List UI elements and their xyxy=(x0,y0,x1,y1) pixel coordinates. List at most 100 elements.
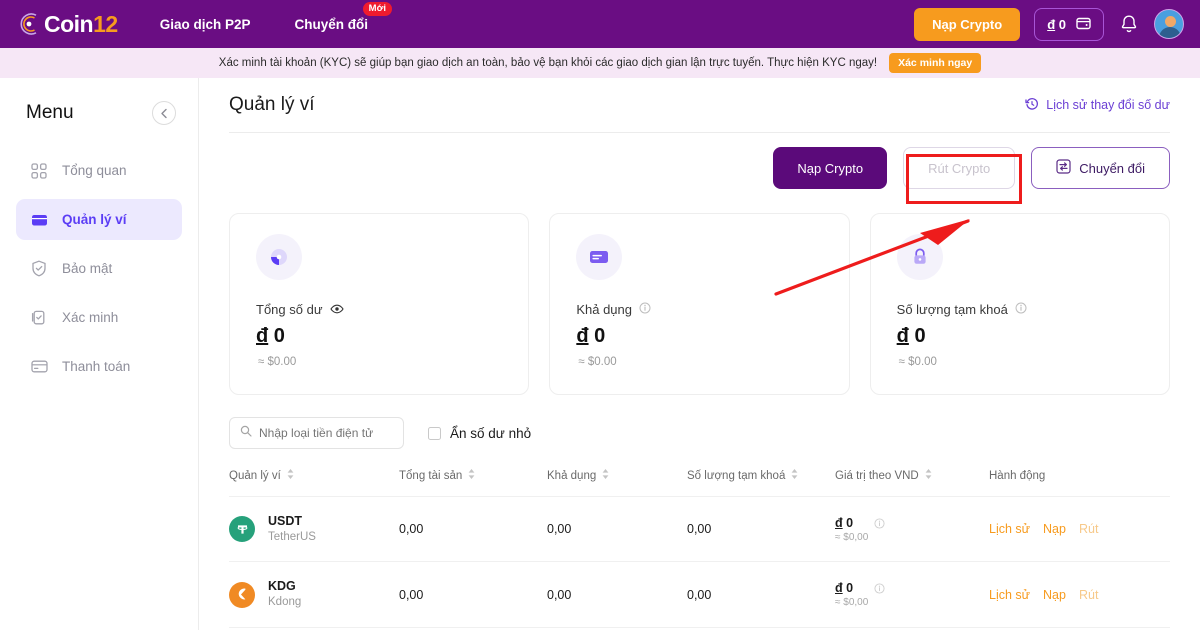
clipboard-check-icon xyxy=(30,309,48,327)
sidebar-item-thanh-toan[interactable]: Thanh toán xyxy=(16,346,182,387)
card-usd-value: ≈ $0.00 xyxy=(256,356,502,368)
card-total-balance: Tổng số dư đ 0 ≈ $0.00 xyxy=(229,213,529,395)
eye-icon[interactable] xyxy=(330,302,344,317)
kdg-coin-icon xyxy=(229,582,255,608)
cell-vnd: đ 0 ≈ $0,00 xyxy=(835,497,989,562)
card-label-row: Tổng số dư xyxy=(256,302,502,317)
kyc-verify-button[interactable]: Xác minh ngay xyxy=(889,53,981,73)
action-deposit[interactable]: Nạp xyxy=(1043,522,1066,536)
convert-icon xyxy=(1056,159,1071,177)
card-usd-value: ≈ $0.00 xyxy=(576,356,822,368)
th-available[interactable]: Khả dụng xyxy=(547,469,687,497)
sort-icon xyxy=(602,469,609,482)
cell-available: 0,00 xyxy=(547,497,687,562)
sidebar-collapse-button[interactable] xyxy=(152,101,176,125)
cell-locked: 0,00 xyxy=(687,497,835,562)
sidebar-item-label: Tổng quan xyxy=(62,163,127,178)
user-avatar[interactable] xyxy=(1154,9,1184,39)
th-locked[interactable]: Số lượng tạm khoá xyxy=(687,469,835,497)
logo-text: Coin12 xyxy=(44,13,118,36)
convert-button-label: Chuyển đổi xyxy=(1079,161,1145,176)
avatar-head xyxy=(1165,16,1176,27)
action-history[interactable]: Lịch sử xyxy=(989,588,1030,602)
nav-link-p2p[interactable]: Giao dịch P2P xyxy=(160,17,251,32)
coin-name: Kdong xyxy=(268,595,301,611)
wallet-icon xyxy=(1076,16,1091,33)
th-label: Tổng tài sản xyxy=(399,470,462,482)
sort-icon xyxy=(287,469,294,482)
th-label: Khả dụng xyxy=(547,470,596,482)
search-icon xyxy=(240,424,252,442)
info-icon[interactable] xyxy=(874,581,885,599)
th-vnd-value[interactable]: Giá trị theo VND xyxy=(835,469,989,497)
cell-total: 0,00 xyxy=(399,562,547,627)
search-input[interactable] xyxy=(259,426,393,440)
new-badge: Mới xyxy=(363,2,392,16)
action-withdraw[interactable]: Rút xyxy=(1079,588,1098,602)
action-withdraw[interactable]: Rút xyxy=(1079,522,1098,536)
history-clock-icon xyxy=(1025,97,1039,114)
lock-icon xyxy=(897,234,943,280)
page-body: Menu xyxy=(0,78,1200,630)
th-label: Giá trị theo VND xyxy=(835,470,919,482)
hide-small-balance-checkbox[interactable] xyxy=(428,427,441,440)
coin-symbol: USDT xyxy=(268,513,316,530)
withdraw-crypto-button[interactable]: Rút Crypto xyxy=(903,147,1015,189)
coin-symbol: KDG xyxy=(268,578,301,595)
sort-icon xyxy=(468,469,475,482)
summary-cards: Tổng số dư đ 0 ≈ $0.00 xyxy=(229,213,1170,395)
table-row: USDT TetherUS 0,00 0,00 0,00 đ 0 xyxy=(229,497,1170,562)
nav-link-p2p-label: Giao dịch P2P xyxy=(160,17,251,32)
content-header: Quản lý ví Lịch sử thay đổi số dư xyxy=(229,94,1170,133)
shield-icon xyxy=(30,260,48,278)
th-total-assets[interactable]: Tổng tài sản xyxy=(399,469,547,497)
nav-right-group: Nạp Crypto đ 0 xyxy=(914,8,1184,41)
sidebar-item-label: Quản lý ví xyxy=(62,212,127,227)
cell-coin: KDG Kdong xyxy=(229,562,399,627)
th-actions: Hành động xyxy=(989,469,1170,497)
assets-table: Quản lý ví Tổng tài sản Khả dụng Số xyxy=(229,469,1170,628)
cell-vnd: đ 0 ≈ $0,00 xyxy=(835,562,989,627)
info-icon[interactable] xyxy=(639,302,651,317)
th-wallet[interactable]: Quản lý ví xyxy=(229,469,399,497)
deposit-crypto-button[interactable]: Nạp Crypto xyxy=(773,147,887,189)
convert-button[interactable]: Chuyển đổi xyxy=(1031,147,1170,189)
card-icon xyxy=(576,234,622,280)
info-icon[interactable] xyxy=(1015,302,1027,317)
card-locked: Số lượng tạm khoá đ 0 ≈ $0.00 xyxy=(870,213,1170,395)
th-label: Quản lý ví xyxy=(229,470,281,482)
cell-actions: Lịch sử Nạp Rút xyxy=(989,497,1170,562)
sidebar-item-quan-ly-vi[interactable]: Quản lý ví xyxy=(16,199,182,240)
sidebar-item-xac-minh[interactable]: Xác minh xyxy=(16,297,182,338)
sidebar: Menu xyxy=(0,78,199,630)
sidebar-item-label: Bảo mật xyxy=(62,261,112,276)
card-label: Khả dụng xyxy=(576,302,632,317)
card-label: Tổng số dư xyxy=(256,302,323,317)
notification-bell-icon[interactable] xyxy=(1118,13,1140,35)
hide-small-balance-label: Ẩn số dư nhỏ xyxy=(450,426,531,441)
sidebar-item-bao-mat[interactable]: Bảo mật xyxy=(16,248,182,289)
page-title: Quản lý ví xyxy=(229,94,315,116)
cell-available: 0,00 xyxy=(547,562,687,627)
table-head: Quản lý ví Tổng tài sản Khả dụng Số xyxy=(229,469,1170,497)
cell-coin: USDT TetherUS xyxy=(229,497,399,562)
wallet-action-buttons: Nạp Crypto Rút Crypto Chuyển đổi xyxy=(229,133,1170,189)
info-icon[interactable] xyxy=(874,516,885,534)
action-deposit[interactable]: Nạp xyxy=(1043,588,1066,602)
card-label-row: Số lượng tạm khoá xyxy=(897,302,1143,317)
balance-history-link[interactable]: Lịch sử thay đổi số dư xyxy=(1025,97,1170,114)
cell-actions: Lịch sử Nạp Rút xyxy=(989,562,1170,627)
sidebar-item-tong-quan[interactable]: Tổng quan xyxy=(16,150,182,191)
nav-link-convert[interactable]: Chuyển đổi Mới xyxy=(294,17,368,32)
hide-small-balance-toggle[interactable]: Ẩn số dư nhỏ xyxy=(428,426,531,441)
sidebar-menu-list: Tổng quan Quản lý ví xyxy=(0,150,198,387)
cell-total: 0,00 xyxy=(399,497,547,562)
coin-name: TetherUS xyxy=(268,530,316,546)
deposit-crypto-button[interactable]: Nạp Crypto xyxy=(914,8,1020,41)
action-history[interactable]: Lịch sử xyxy=(989,522,1030,536)
search-box[interactable] xyxy=(229,417,404,449)
coin12-logo[interactable]: Coin12 xyxy=(16,11,118,37)
th-label: Số lượng tạm khoá xyxy=(687,470,785,482)
balance-pill[interactable]: đ 0 xyxy=(1034,8,1104,41)
card-available: Khả dụng đ 0 ≈ $0.00 xyxy=(549,213,849,395)
